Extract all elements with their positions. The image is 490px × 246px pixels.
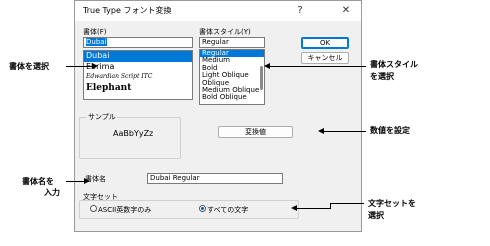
annotation-select-style-2: を選択 — [370, 72, 394, 81]
cancel-button[interactable]: キャンセル — [301, 52, 349, 64]
arrow-head-charset — [291, 205, 297, 211]
sample-text: AaBbYyZz — [113, 129, 154, 138]
style-scrollbar[interactable] — [260, 66, 263, 90]
font-convert-dialog: True Type フォント変換 ? ✕ 書体(F) Dubai Dubai E… — [74, 0, 362, 232]
annotation-select-charset-1: 文字セットを — [368, 199, 416, 208]
font-list[interactable]: Dubai Ebrima Edwardian Script ITC Elepha… — [83, 50, 193, 100]
style-input-value: Regular — [202, 38, 229, 46]
style-label: 書体スタイル(Y) — [199, 28, 251, 36]
close-button[interactable]: ✕ — [335, 2, 357, 20]
annotation-select-charset-2: 選択 — [368, 211, 384, 220]
ok-button[interactable]: OK — [301, 37, 349, 49]
sample-label: サンプル — [87, 112, 117, 122]
sample-group — [79, 117, 181, 159]
annotation-select-font: 書体を選択 — [9, 62, 49, 71]
name-input[interactable]: Dubai Regular — [147, 173, 283, 184]
arrow-head-font — [92, 63, 98, 69]
annotation-set-value: 数値を設定 — [370, 126, 410, 135]
radio-all-label[interactable]: すべての文字 — [207, 205, 248, 215]
help-button[interactable]: ? — [289, 2, 311, 20]
annotation-select-style-1: 書体スタイル — [370, 60, 418, 69]
arrow-line-charset-2 — [330, 203, 364, 204]
font-item-edwardian[interactable]: Edwardian Script ITC — [84, 72, 192, 83]
name-input-value: Dubai Regular — [150, 174, 200, 182]
radio-ascii[interactable] — [90, 205, 97, 212]
font-label: 書体(F) — [83, 28, 107, 36]
arrow-line-charset — [296, 208, 330, 209]
dialog-title: True Type フォント変換 — [83, 6, 172, 15]
arrow-head-name — [84, 178, 90, 184]
annotation-enter-name-2: 入力 — [44, 188, 60, 197]
arrow-line-charset-v — [330, 203, 331, 209]
style-item-bold-oblique[interactable]: Bold Oblique — [200, 93, 264, 101]
arrow-line-style — [270, 66, 366, 67]
annotation-enter-name-1: 書体名を — [22, 177, 54, 186]
radio-ascii-label[interactable]: ASCII英数字のみ — [98, 205, 151, 215]
font-item-elephant[interactable]: Elephant — [84, 83, 192, 94]
font-input[interactable]: Dubai — [83, 37, 193, 48]
style-input[interactable]: Regular — [199, 37, 265, 48]
font-input-value: Dubai — [86, 38, 107, 46]
convert-value-button[interactable]: 変換値 — [218, 126, 293, 138]
radio-all[interactable] — [199, 205, 206, 212]
title-bar: True Type フォント変換 ? ✕ — [75, 1, 361, 21]
style-list[interactable]: Regular Medium Bold Light Oblique Obliqu… — [199, 49, 265, 105]
arrow-line-value — [324, 131, 366, 132]
font-item-dubai[interactable]: Dubai — [84, 51, 192, 62]
font-item-ebrima[interactable]: Ebrima — [84, 62, 192, 73]
